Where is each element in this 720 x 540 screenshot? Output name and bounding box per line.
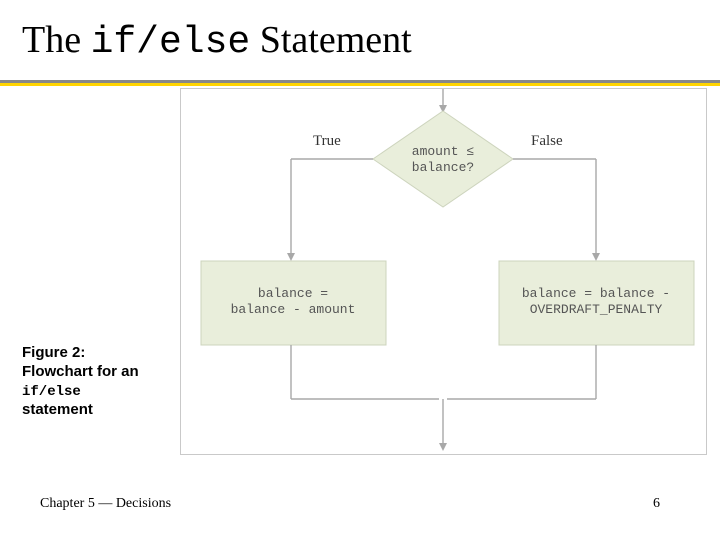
title-pre: The xyxy=(22,19,91,61)
caption-l3: statement xyxy=(22,401,93,418)
label-true: True xyxy=(313,133,341,149)
caption-l2: Flowchart for an xyxy=(22,363,139,380)
decision-node xyxy=(373,111,513,207)
figure-caption: Figure 2: Flowchart for an if/else state… xyxy=(22,344,172,420)
flowchart-svg: amount ≤balance? True False balance =bal… xyxy=(181,89,706,454)
label-false: False xyxy=(531,133,563,149)
arrow-true xyxy=(287,253,295,261)
title-code: if/else xyxy=(91,21,251,64)
title-post: Statement xyxy=(250,19,411,61)
decision-text-1: amount ≤balance? xyxy=(412,144,475,175)
arrow-false xyxy=(592,253,600,261)
flowchart-figure: amount ≤balance? True False balance =bal… xyxy=(180,88,707,455)
caption-code: if/else xyxy=(22,384,81,400)
false-process-text: balance = balance -OVERDRAFT_PENALTY xyxy=(522,286,670,317)
caption-l1: Figure 2: xyxy=(22,344,85,361)
slide-title: The if/else Statement xyxy=(22,18,412,64)
title-rule-yellow xyxy=(0,83,720,86)
arrow-exit xyxy=(439,443,447,451)
footer-chapter: Chapter 5 — Decisions xyxy=(40,496,171,512)
slide: The if/else Statement amount ≤balance? T… xyxy=(0,0,720,540)
footer-page-number: 6 xyxy=(653,496,660,512)
